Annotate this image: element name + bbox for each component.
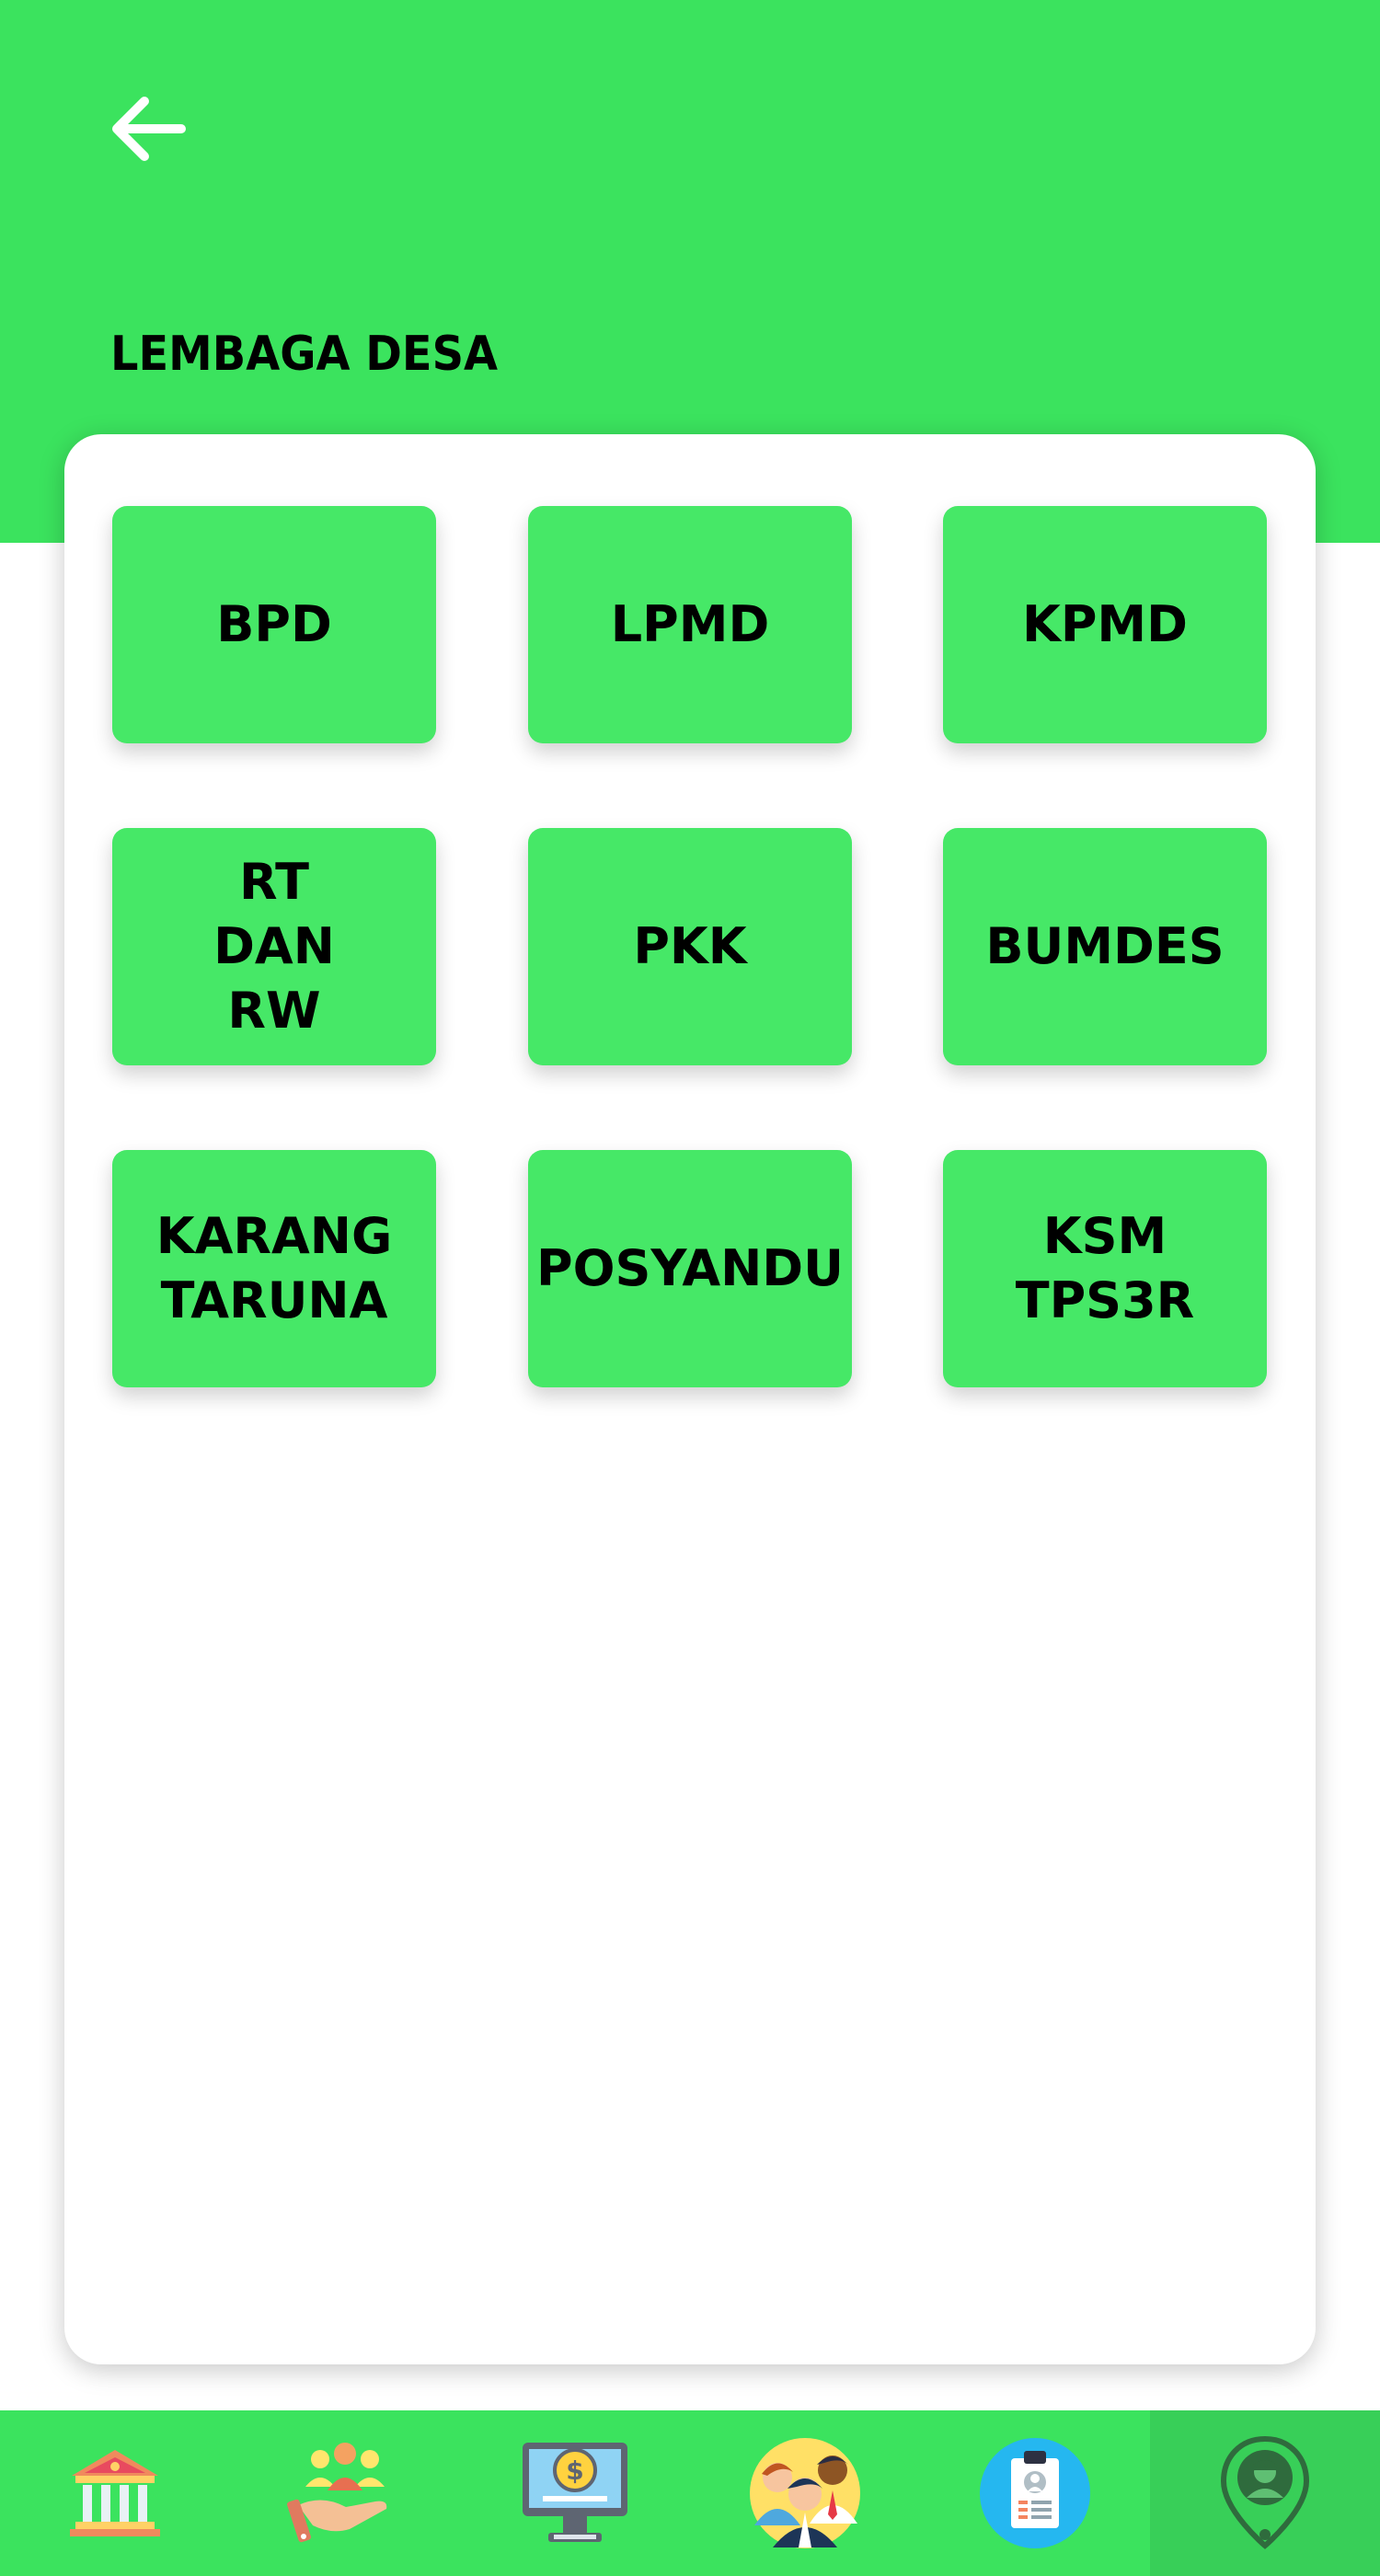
page-title: LEMBAGA DESA bbox=[110, 327, 499, 382]
nav-item-community[interactable] bbox=[230, 2410, 460, 2576]
nav-item-people[interactable] bbox=[690, 2410, 920, 2576]
tile-label: BUMDES bbox=[985, 917, 1225, 975]
people-group-icon bbox=[750, 2438, 860, 2548]
tile-label: POSYANDU bbox=[536, 1239, 844, 1297]
bottom-navigation: $ bbox=[0, 2410, 1380, 2576]
tile-label: LPMD bbox=[610, 595, 770, 653]
tile-label: KSM TPS3R bbox=[1015, 1207, 1195, 1329]
tile-label: KPMD bbox=[1022, 595, 1188, 653]
tile-label: PKK bbox=[633, 917, 747, 975]
tile-label: KARANG TARUNA bbox=[155, 1207, 393, 1329]
tile-pkk[interactable]: PKK bbox=[528, 828, 852, 1065]
computer-money-icon: $ bbox=[523, 2443, 627, 2542]
id-clipboard-icon bbox=[980, 2438, 1090, 2548]
nav-item-location[interactable] bbox=[1150, 2410, 1380, 2576]
tile-kpmd[interactable]: KPMD bbox=[943, 506, 1267, 743]
tile-bumdes[interactable]: BUMDES bbox=[943, 828, 1267, 1065]
tile-label: RT DAN RW bbox=[213, 853, 335, 1040]
tile-label: BPD bbox=[216, 595, 332, 653]
arrow-left-icon bbox=[112, 97, 186, 161]
nav-item-government[interactable] bbox=[0, 2410, 230, 2576]
government-building-icon bbox=[70, 2450, 160, 2536]
back-button[interactable] bbox=[97, 83, 198, 175]
nav-item-finance[interactable]: $ bbox=[460, 2410, 690, 2576]
svg-text:$: $ bbox=[566, 2455, 583, 2486]
community-hand-icon bbox=[287, 2443, 387, 2543]
tile-ksm-tps3r[interactable]: KSM TPS3R bbox=[943, 1150, 1267, 1387]
tile-karang-taruna[interactable]: KARANG TARUNA bbox=[112, 1150, 436, 1387]
tile-lpmd[interactable]: LPMD bbox=[528, 506, 852, 743]
tile-rt-rw[interactable]: RT DAN RW bbox=[112, 828, 436, 1065]
tile-posyandu[interactable]: POSYANDU bbox=[528, 1150, 852, 1387]
location-person-icon bbox=[1220, 2435, 1310, 2549]
tile-bpd[interactable]: BPD bbox=[112, 506, 436, 743]
institution-card: BPD LPMD KPMD RT DAN RW PKK BUMDES KARAN… bbox=[64, 434, 1316, 2364]
nav-item-profile[interactable] bbox=[920, 2410, 1150, 2576]
